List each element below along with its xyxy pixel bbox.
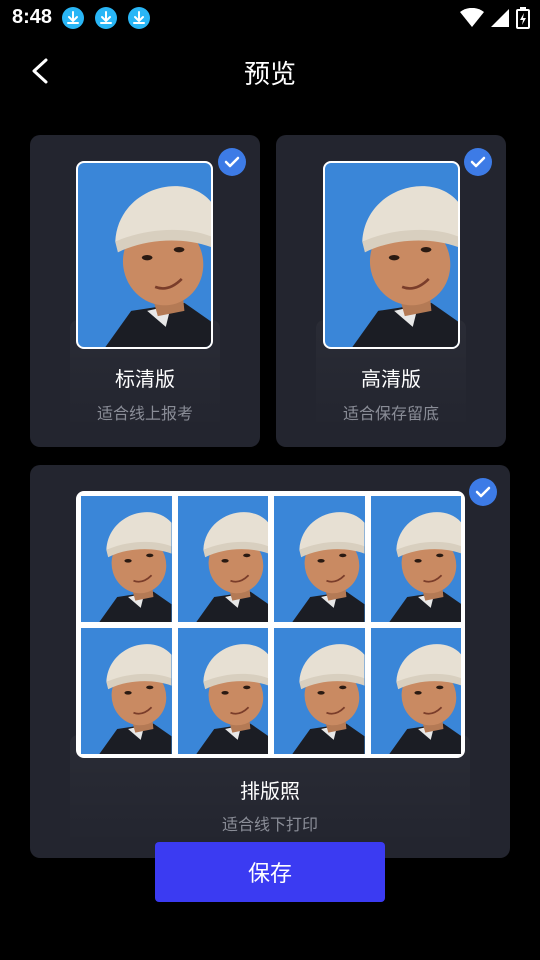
layout-photo [81, 496, 172, 622]
option-subtitle: 适合线上报考 [96, 404, 193, 423]
download-icon [62, 7, 84, 29]
option-label: 高清版 [361, 367, 421, 391]
selected-check-icon[interactable] [218, 148, 246, 176]
save-button[interactable]: 保存 [155, 842, 385, 902]
layout-photo [177, 628, 268, 754]
portrait-photo [325, 163, 458, 347]
status-bar: 8:48 [0, 0, 540, 36]
download-icon [95, 7, 117, 29]
layout-photo [370, 628, 461, 754]
option-card-hd[interactable]: 高清版 适合保存留底 [276, 135, 506, 447]
portrait-photo [78, 163, 211, 347]
layout-photo [274, 496, 365, 622]
option-card-layout[interactable]: 排版照 适合线下打印 [30, 465, 510, 858]
layout-photo [274, 628, 365, 754]
layout-photo [370, 496, 461, 622]
page-title: 预览 [243, 60, 296, 90]
wifi-icon [460, 8, 484, 27]
option-subtitle: 适合线下打印 [221, 815, 318, 834]
selected-check-icon[interactable] [464, 148, 492, 176]
header: 预览 [0, 40, 540, 100]
layout-sheet [76, 491, 465, 758]
layout-photo [81, 628, 172, 754]
download-icon [128, 7, 150, 29]
photo-frame [76, 161, 213, 349]
option-subtitle: 适合保存留底 [342, 404, 439, 423]
layout-grid [81, 496, 461, 754]
selected-check-icon[interactable] [469, 478, 497, 506]
signal-icon [491, 9, 509, 27]
layout-photo [177, 496, 268, 622]
option-label: 排版照 [240, 779, 300, 803]
option-card-standard[interactable]: 标清版 适合线上报考 [30, 135, 260, 447]
status-time: 8:48 [12, 6, 53, 28]
option-label: 标清版 [115, 367, 175, 391]
battery-icon [516, 7, 530, 29]
photo-frame [323, 161, 460, 349]
